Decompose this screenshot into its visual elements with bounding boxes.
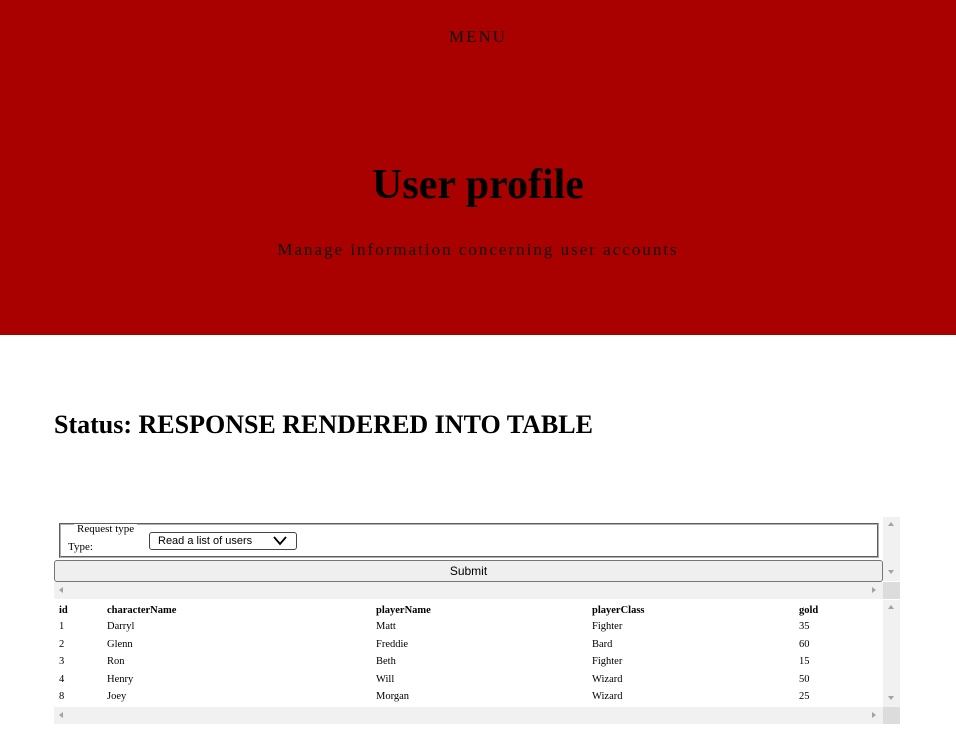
menu-link[interactable]: MENU bbox=[0, 27, 956, 47]
column-header: playerName bbox=[376, 604, 431, 616]
table-cell: Glenn bbox=[107, 638, 133, 650]
table-cell: 25 bbox=[799, 691, 810, 703]
table-cell: 35 bbox=[799, 621, 810, 633]
table-cell: Beth bbox=[376, 656, 396, 668]
request-type-select-value: Read a list of users bbox=[158, 535, 253, 547]
column-header: playerClass bbox=[592, 604, 645, 616]
status-heading: Status: RESPONSE RENDERED INTO TABLE bbox=[54, 410, 593, 439]
table-row: 1 Darryl Matt Fighter 35 bbox=[57, 618, 877, 636]
chevron-down-icon bbox=[273, 536, 287, 546]
form-vertical-scrollbar[interactable] bbox=[883, 517, 900, 581]
users-table-frame: id characterName playerName playerClass … bbox=[54, 600, 900, 724]
table-cell: Darryl bbox=[107, 621, 135, 633]
column-header: gold bbox=[799, 604, 819, 616]
column-header: id bbox=[59, 604, 68, 616]
table-header-row: id characterName playerName playerClass … bbox=[57, 602, 877, 618]
form-horizontal-scrollbar[interactable] bbox=[54, 582, 883, 599]
request-type-legend: Request type bbox=[74, 524, 138, 535]
table-cell: Henry bbox=[107, 673, 134, 685]
table-cell: Joey bbox=[107, 691, 127, 703]
scroll-corner bbox=[883, 707, 900, 724]
table-cell: Morgan bbox=[376, 691, 410, 703]
page-subtitle: Manage information concerning user accou… bbox=[277, 240, 679, 259]
table-cell: Will bbox=[376, 673, 395, 685]
scroll-up-arrow-icon[interactable] bbox=[888, 605, 894, 609]
table-vertical-scrollbar[interactable] bbox=[883, 600, 900, 707]
table-horizontal-scrollbar[interactable] bbox=[54, 707, 883, 724]
table-cell: Ron bbox=[107, 656, 125, 668]
request-type-select[interactable]: Read a list of users bbox=[149, 532, 297, 550]
table-row: 4 Henry Will Wizard 50 bbox=[57, 671, 877, 689]
scroll-down-arrow-icon[interactable] bbox=[888, 696, 894, 700]
scroll-left-arrow-icon[interactable] bbox=[59, 712, 63, 718]
scroll-left-arrow-icon[interactable] bbox=[59, 587, 63, 593]
table-row: 2 Glenn Freddie Bard 60 bbox=[57, 636, 877, 654]
page-title: User profile bbox=[372, 162, 584, 208]
table-cell: 50 bbox=[799, 673, 810, 685]
table-cell: 8 bbox=[59, 691, 65, 703]
table-cell: Freddie bbox=[376, 638, 409, 650]
table-cell: Wizard bbox=[592, 691, 623, 703]
scroll-right-arrow-icon[interactable] bbox=[872, 712, 876, 718]
table-cell: Fighter bbox=[592, 621, 623, 633]
table-cell: Fighter bbox=[592, 656, 623, 668]
type-label: Type: bbox=[68, 541, 93, 553]
table-row: 3 Ron Beth Fighter 15 bbox=[57, 653, 877, 671]
scroll-down-arrow-icon[interactable] bbox=[888, 570, 894, 574]
table-cell: 15 bbox=[799, 656, 810, 668]
scroll-corner bbox=[883, 582, 900, 599]
table-cell: Wizard bbox=[592, 673, 623, 685]
table-cell: 1 bbox=[59, 621, 65, 633]
column-header: characterName bbox=[107, 604, 177, 616]
table-cell: 3 bbox=[59, 656, 65, 668]
table-cell: 2 bbox=[59, 638, 65, 650]
table-cell: Matt bbox=[376, 621, 396, 633]
hero-banner: MENU User profile Manage information con… bbox=[0, 0, 956, 335]
table-cell: 60 bbox=[799, 638, 810, 650]
table-row: 8 Joey Morgan Wizard 25 bbox=[57, 688, 877, 706]
table-cell: Bard bbox=[592, 638, 613, 650]
scroll-up-arrow-icon[interactable] bbox=[888, 522, 894, 526]
scroll-right-arrow-icon[interactable] bbox=[872, 587, 876, 593]
submit-button[interactable]: Submit bbox=[54, 560, 883, 582]
table-cell: 4 bbox=[59, 673, 65, 685]
users-table: id characterName playerName playerClass … bbox=[57, 602, 877, 706]
